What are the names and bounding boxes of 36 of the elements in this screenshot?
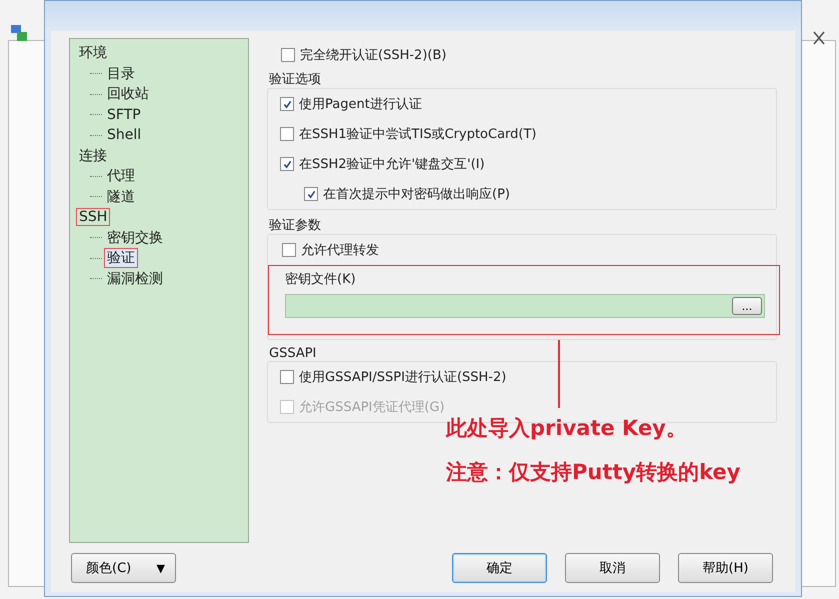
tree-item[interactable]: SFTP [104,106,144,124]
tree-item[interactable]: 密钥交换 [104,228,166,248]
checkbox-option[interactable]: 在SSH2验证中允许'键盘交互'(I) [280,149,485,179]
key-file-field[interactable]: ... [285,294,765,318]
field-label: 密钥文件(K) [285,271,357,288]
tree-item[interactable]: 目录 [104,64,138,84]
checkbox-option[interactable]: 在首次提示中对密码做出响应(P) [304,179,510,209]
check-icon [306,190,316,198]
checkbox-option[interactable]: 完全绕开认证(SSH-2)(B) [281,40,446,70]
ok-button[interactable]: 确定 [452,553,547,583]
checkbox-option[interactable]: 允许代理转发 [282,235,379,265]
tree-item[interactable]: 连接 [76,146,110,166]
tree-item[interactable]: 验证 [104,248,138,268]
check-icon [282,100,292,108]
group-title: GSSAPI [269,346,316,361]
checkbox-option[interactable]: 使用Pagent进行认证 [280,89,422,119]
group-title: 验证参数 [269,217,321,234]
help-button[interactable]: 帮助(H) [678,553,773,583]
cancel-button[interactable]: 取消 [565,553,660,583]
check-icon [282,160,292,168]
annotation-text: 注意：仅支持Putty转换的key [446,459,740,486]
annotation-text: 此处导入private Key。 [446,415,687,442]
tree-item[interactable]: SSH [76,208,110,226]
checkbox-option[interactable]: 使用GSSAPI/SSPI进行认证(SSH-2) [280,362,506,392]
close-icon[interactable] [812,30,826,46]
leader-line [558,340,560,408]
tree-item[interactable]: 环境 [76,43,110,64]
tree-item[interactable]: 回收站 [104,84,152,104]
tree-item[interactable]: 漏洞检测 [104,268,166,289]
tree-item[interactable]: 隧道 [104,186,138,207]
color-button[interactable]: 颜色(C) ▼ [71,553,176,583]
tree-item[interactable]: 代理 [104,166,138,186]
checkbox-option[interactable]: 在SSH1验证中尝试TIS或CryptoCard(T) [280,119,536,149]
tree-item[interactable]: Shell [104,126,144,144]
browse-button[interactable]: ... [732,297,762,315]
group-title: 验证选项 [269,71,321,88]
